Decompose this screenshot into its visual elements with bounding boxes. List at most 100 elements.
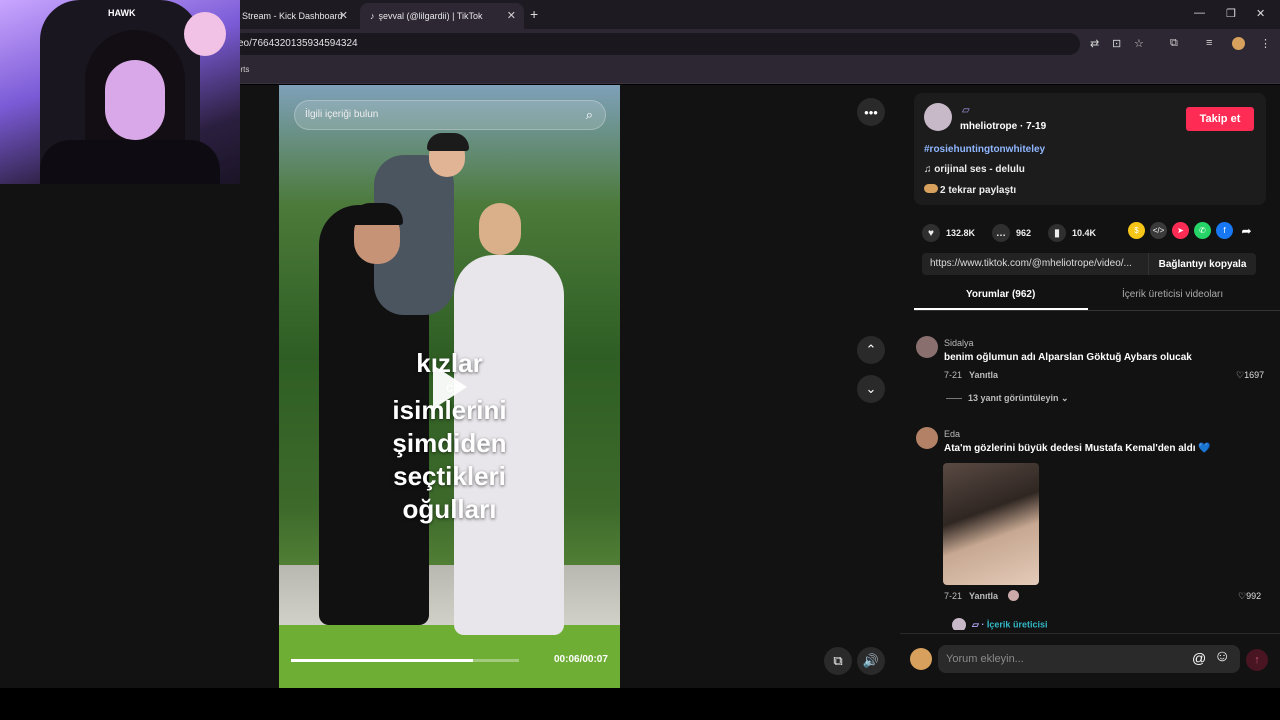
tiktok-favicon-icon: ♪ bbox=[370, 11, 375, 21]
translate-icon[interactable]: ⇄ bbox=[1090, 37, 1099, 50]
creator-reply-row[interactable]: ▱ · İçerik üreticisi bbox=[952, 618, 1047, 630]
volume-button[interactable]: 🔊 bbox=[857, 647, 885, 675]
address-bar[interactable]: eo/7664320135934594324 bbox=[232, 33, 1080, 55]
share-link-url[interactable]: https://www.tiktok.com/@mheliotrope/vide… bbox=[930, 258, 1142, 269]
close-tab-icon[interactable]: ✕ bbox=[507, 9, 516, 22]
comment-date: 7-21 bbox=[944, 591, 963, 601]
play-icon[interactable] bbox=[433, 365, 467, 409]
previous-video-button[interactable]: ⌃ bbox=[857, 336, 885, 364]
commenter-name[interactable]: Eda bbox=[944, 429, 960, 439]
search-placeholder: İlgili içeriği bulun bbox=[305, 109, 379, 120]
video-player[interactable]: İlgili içeriği bulun ⌕ kızlar c isimleri… bbox=[279, 85, 620, 688]
related-search-input[interactable]: İlgili içeriği bulun ⌕ bbox=[294, 100, 606, 130]
share-arrow-icon[interactable]: ➦ bbox=[1238, 222, 1255, 239]
tab-creator-videos[interactable]: İçerik üreticisi videoları bbox=[1122, 289, 1223, 300]
more-options-button[interactable]: ••• bbox=[857, 98, 885, 126]
video-side-panel: ▱ mheliotrope · 7-19 Takip et #rosiehunt… bbox=[900, 85, 1280, 688]
follow-button[interactable]: Takip et bbox=[1186, 107, 1254, 131]
creator-liked-avatar bbox=[1008, 590, 1019, 601]
comment-count: 962 bbox=[1016, 228, 1032, 238]
whatsapp-icon[interactable]: ✆ bbox=[1194, 222, 1211, 239]
coin-share-icon[interactable]: $ bbox=[1128, 222, 1145, 239]
heart-icon: ♥ bbox=[922, 224, 940, 242]
maximize-button[interactable]: ❐ bbox=[1226, 7, 1236, 20]
pip-button[interactable]: ⧉ bbox=[824, 647, 852, 675]
chevron-up-icon: ⌃ bbox=[865, 342, 877, 357]
install-app-icon[interactable]: ⊡ bbox=[1112, 37, 1121, 50]
emoji-icon[interactable]: ☺ bbox=[1214, 648, 1230, 666]
facebook-icon[interactable]: f bbox=[1216, 222, 1233, 239]
save-stat[interactable]: ▮ 10.4K bbox=[1048, 224, 1096, 242]
comment-stat[interactable]: … 962 bbox=[992, 224, 1031, 242]
commenter-name[interactable]: Sidalya bbox=[944, 338, 974, 348]
more-icon: ••• bbox=[864, 104, 878, 120]
commenter-avatar[interactable] bbox=[916, 336, 938, 358]
tab-label: şevval (@lilgardii) | TikTok bbox=[378, 11, 483, 21]
tab-comments[interactable]: Yorumlar (962) bbox=[966, 289, 1035, 300]
comment-like[interactable]: ♡992 bbox=[1238, 591, 1261, 602]
new-tab-button[interactable]: + bbox=[530, 6, 538, 22]
copy-link-button[interactable]: Bağlantıyı kopyala bbox=[1148, 253, 1256, 275]
sound-link[interactable]: ♫ orijinal ses - delulu bbox=[924, 164, 1025, 175]
comment-text: benim oğlumun adı Alparslan Göktuğ Aybar… bbox=[944, 352, 1192, 363]
screen: Stream - Kick Dashboard ✕ ♪ şevval (@lil… bbox=[0, 0, 1280, 720]
video-child-cap bbox=[427, 133, 469, 151]
reply-button[interactable]: Yanıtla bbox=[969, 591, 998, 601]
url-text: eo/7664320135934594324 bbox=[238, 38, 358, 49]
webcam-plush-toy bbox=[184, 12, 226, 56]
caption-line: seçtikleri bbox=[393, 461, 506, 491]
send-comment-button[interactable]: ↑ bbox=[1246, 649, 1268, 671]
like-stat[interactable]: ♥ 132.8K bbox=[922, 224, 975, 242]
heart-outline-icon: ♡ bbox=[1236, 370, 1245, 380]
volume-icon: 🔊 bbox=[862, 653, 880, 668]
heart-outline-icon: ♡ bbox=[1238, 591, 1247, 601]
video-time: 00:06/00:07 bbox=[554, 654, 608, 665]
menu-dots-icon[interactable]: ⋮ bbox=[1260, 37, 1271, 50]
close-window-button[interactable]: ✕ bbox=[1256, 7, 1265, 20]
panel-tabs: Yorumlar (962) İçerik üreticisi videolar… bbox=[914, 283, 1280, 311]
comment-like-count: 992 bbox=[1246, 591, 1262, 601]
caption-line: oğulları bbox=[402, 494, 497, 524]
mention-icon[interactable]: @ bbox=[1192, 650, 1206, 666]
tab-label: Stream - Kick Dashboard bbox=[242, 11, 343, 21]
video-progress-bar[interactable] bbox=[291, 659, 519, 662]
bookmark-icon: ▮ bbox=[1048, 224, 1066, 242]
video-woman-head bbox=[479, 203, 521, 255]
profile-avatar[interactable] bbox=[1232, 37, 1245, 50]
embed-icon[interactable]: </> bbox=[1150, 222, 1167, 239]
follow-label: Takip et bbox=[1199, 113, 1241, 125]
bookmark-star-icon[interactable]: ☆ bbox=[1134, 37, 1144, 50]
share-link-box: https://www.tiktok.com/@mheliotrope/vide… bbox=[922, 253, 1256, 275]
commenter-avatar[interactable] bbox=[916, 427, 938, 449]
view-replies-button[interactable]: 13 yanıt görüntüleyin ⌄ bbox=[946, 393, 1069, 404]
active-tab-indicator bbox=[914, 308, 1088, 310]
webcam-overlay: HAWK bbox=[0, 0, 240, 184]
comment-like[interactable]: ♡1697 bbox=[1236, 370, 1264, 381]
send-icon[interactable]: ➤ bbox=[1172, 222, 1189, 239]
add-comment-bar: @ ☺ ↑ bbox=[900, 633, 1280, 688]
author-avatar[interactable] bbox=[924, 103, 952, 131]
hashtag-link[interactable]: #rosiehuntingtonwhiteley bbox=[924, 144, 1045, 155]
video-info-card: ▱ mheliotrope · 7-19 Takip et #rosiehunt… bbox=[914, 93, 1266, 205]
comment-like-count: 1697 bbox=[1244, 370, 1265, 380]
next-video-button[interactable]: ⌄ bbox=[857, 375, 885, 403]
video-man-cap bbox=[351, 203, 403, 225]
my-avatar bbox=[910, 648, 932, 670]
save-count: 10.4K bbox=[1072, 228, 1097, 238]
extensions-icon[interactable]: ⧉ bbox=[1170, 37, 1178, 50]
caption-line: şimdiden bbox=[392, 428, 507, 458]
search-icon[interactable]: ⌕ bbox=[586, 107, 593, 123]
reposts-row[interactable]: 2 tekrar paylaştı bbox=[924, 184, 1016, 196]
comment-image[interactable] bbox=[943, 463, 1039, 585]
tab-tiktok[interactable]: ♪ şevval (@lilgardii) | TikTok ✕ bbox=[360, 3, 524, 29]
comment-text: Ata'm gözlerini büyük dedesi Mustafa Kem… bbox=[944, 443, 1211, 454]
author-username[interactable]: mheliotrope · 7-19 bbox=[960, 121, 1046, 132]
reply-button[interactable]: Yanıtla bbox=[969, 370, 998, 380]
close-tab-icon[interactable]: ✕ bbox=[339, 9, 348, 22]
media-control-icon[interactable]: ≡ bbox=[1206, 37, 1212, 49]
creator-reply-label: İçerik üreticisi bbox=[986, 619, 1048, 630]
minimize-button[interactable]: — bbox=[1194, 7, 1205, 19]
creator-avatar bbox=[952, 618, 966, 630]
tab-kick-dashboard[interactable]: Stream - Kick Dashboard ✕ bbox=[232, 3, 356, 29]
comment-date: 7-21 bbox=[944, 370, 963, 380]
